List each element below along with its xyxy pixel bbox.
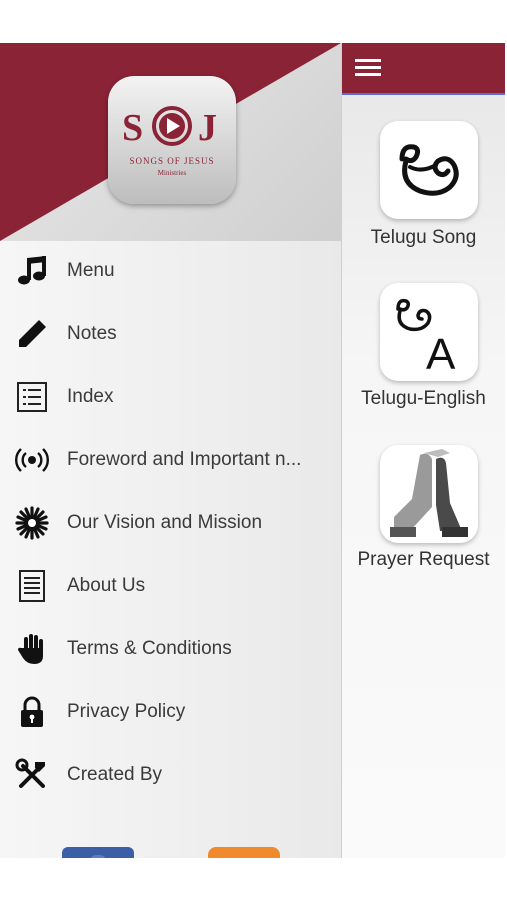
drawer-item-label: Our Vision and Mission xyxy=(67,512,263,533)
pencil-icon xyxy=(14,316,50,352)
drawer-item-index[interactable]: Index xyxy=(0,369,341,425)
tools-icon xyxy=(14,757,50,793)
drawer-item-label: Menu xyxy=(67,260,115,281)
drawer-item-menu[interactable]: Menu xyxy=(0,243,341,299)
songs-of-jesus-logo-icon: S J xyxy=(122,106,217,149)
drawer-item-label: Terms & Conditions xyxy=(67,638,232,659)
drawer-item-notes[interactable]: Notes xyxy=(0,306,341,362)
telugu-english-icon: A xyxy=(396,298,456,379)
telugu-english-label: Telugu-English xyxy=(361,388,486,409)
drawer-item-foreword[interactable]: Foreword and Important n... xyxy=(0,432,341,488)
telugu-song-label: Telugu Song xyxy=(370,227,477,248)
logo-subtitle: SONGS OF JESUS xyxy=(129,156,215,166)
broadcast-icon xyxy=(14,442,50,478)
rss-icon[interactable] xyxy=(208,847,280,858)
drawer-item-label: Created By xyxy=(67,764,163,785)
main-content: Telugu Song A Telugu-English Prayer Requ… xyxy=(342,43,505,858)
app-bar xyxy=(342,43,505,95)
hamburger-menu-icon[interactable] xyxy=(355,59,381,77)
drawer-item-terms[interactable]: Terms & Conditions xyxy=(0,621,341,677)
drawer-item-about-us[interactable]: About Us xyxy=(0,558,341,614)
prayer-request-tile[interactable] xyxy=(380,445,478,543)
facebook-icon[interactable] xyxy=(62,847,134,858)
app-logo: S J SONGS OF JESUS Ministries xyxy=(108,76,236,204)
drawer-item-label: Privacy Policy xyxy=(67,701,186,722)
drawer-item-label: Notes xyxy=(67,323,117,344)
drawer-item-created-by[interactable]: Created By xyxy=(0,747,341,803)
telugu-letter-icon xyxy=(399,144,459,196)
lock-icon xyxy=(14,694,50,730)
drawer-item-label: About Us xyxy=(67,575,146,596)
drawer-item-privacy[interactable]: Privacy Policy xyxy=(0,684,341,740)
music-note-icon xyxy=(14,253,50,289)
drawer-header: S J SONGS OF JESUS Ministries xyxy=(0,43,341,241)
app-screen: S J SONGS OF JESUS Ministries Menu Notes… xyxy=(0,43,505,858)
telugu-english-tile[interactable]: A xyxy=(380,283,478,381)
svg-text:S: S xyxy=(122,107,143,149)
hand-icon xyxy=(14,631,50,667)
starburst-icon xyxy=(14,505,50,541)
navigation-drawer: S J SONGS OF JESUS Ministries Menu Notes… xyxy=(0,43,342,858)
drawer-item-vision[interactable]: Our Vision and Mission xyxy=(0,495,341,551)
logo-tagline: Ministries xyxy=(157,169,187,177)
praying-hands-icon xyxy=(390,449,468,537)
prayer-request-label: Prayer Request xyxy=(357,549,490,570)
telugu-song-tile[interactable] xyxy=(380,121,478,219)
drawer-item-label: Foreword and Important n... xyxy=(67,449,302,470)
document-icon xyxy=(14,568,50,604)
svg-text:J: J xyxy=(198,107,217,149)
drawer-item-label: Index xyxy=(67,386,114,407)
list-icon xyxy=(14,379,50,415)
svg-text:A: A xyxy=(426,330,456,379)
